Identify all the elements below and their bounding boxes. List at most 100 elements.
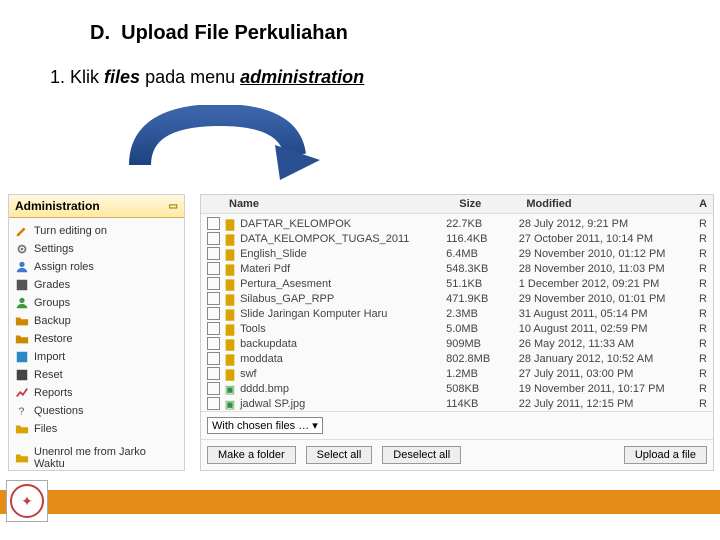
folder-icon: ▇	[223, 248, 237, 260]
unenrol-icon	[15, 451, 29, 465]
institution-seal: ✦	[6, 480, 48, 522]
row-checkbox[interactable]	[207, 292, 220, 305]
file-size: 116.4KB	[446, 233, 515, 245]
block-collapse-icon[interactable]: ▭	[169, 201, 178, 212]
row-checkbox[interactable]	[207, 382, 220, 395]
file-name: backupdata	[240, 338, 297, 350]
file-action: R	[699, 233, 707, 245]
file-modified: 28 January 2012, 10:52 AM	[519, 353, 695, 365]
file-name: Pertura_Asesment	[240, 278, 331, 290]
file-size: 22.7KB	[446, 218, 515, 230]
file-name: English_Slide	[240, 248, 307, 260]
sidebar-item-groups[interactable]: Groups	[9, 294, 184, 312]
administration-block: Administration ▭ Turn editing on Settings…	[8, 194, 185, 471]
row-checkbox[interactable]	[207, 367, 220, 380]
file-manager: Name Size Modified A ▇ DAFTAR_KELOMPOK22…	[200, 194, 714, 471]
file-action: R	[699, 263, 707, 275]
row-checkbox[interactable]	[207, 322, 220, 335]
file-name: DATA_KELOMPOK_TUGAS_2011	[240, 233, 409, 245]
folder-icon: ▇	[223, 218, 237, 230]
sidebar-item-reports[interactable]: Reports	[9, 384, 184, 402]
sidebar-item-files[interactable]: Files	[9, 420, 184, 438]
with-chosen-select[interactable]: With chosen files … ▾	[207, 417, 323, 434]
table-row[interactable]: ▇ swf1.2MB27 July 2011, 03:00 PMR	[201, 366, 713, 381]
file-modified: 19 November 2011, 10:17 PM	[519, 383, 695, 395]
folder-icon: ▇	[223, 353, 237, 365]
sidebar-item-restore[interactable]: Restore	[9, 330, 184, 348]
administration-block-header: Administration ▭	[9, 195, 184, 218]
table-row[interactable]: ▇ Silabus_GAP_RPP471.9KB29 November 2010…	[201, 291, 713, 306]
sidebar-item-backup[interactable]: Backup	[9, 312, 184, 330]
row-checkbox[interactable]	[207, 217, 220, 230]
sidebar-item-label: Backup	[34, 315, 71, 327]
sidebar-item-label: Questions	[34, 405, 84, 417]
file-size: 51.1KB	[446, 278, 515, 290]
deselect-all-button[interactable]: Deselect all	[382, 446, 461, 464]
sidebar-item-unenrol[interactable]: Unenrol me from Jarko Waktu	[9, 444, 184, 470]
file-name: DAFTAR_KELOMPOK	[240, 218, 351, 230]
table-row[interactable]: ▇ backupdata909MB26 May 2012, 11:33 AMR	[201, 336, 713, 351]
sidebar-item-import[interactable]: Import	[9, 348, 184, 366]
file-name: dddd.bmp	[240, 383, 289, 395]
file-modified: 28 July 2012, 9:21 PM	[519, 218, 695, 230]
svg-text:?: ?	[19, 406, 25, 418]
administration-list: Turn editing on Settings Assign roles Grade…	[9, 218, 184, 470]
table-row[interactable]: ▇ Slide Jaringan Komputer Haru2.3MB31 Au…	[201, 306, 713, 321]
row-checkbox[interactable]	[207, 232, 220, 245]
folder-icon: ▇	[223, 263, 237, 275]
sidebar-item-label: Unenrol me from Jarko Waktu	[34, 446, 178, 470]
file-action: R	[699, 278, 707, 290]
sidebar-item-label: Restore	[34, 333, 73, 345]
table-row[interactable]: ▇ English_Slide6.4MB29 November 2010, 01…	[201, 246, 713, 261]
row-checkbox[interactable]	[207, 352, 220, 365]
upload-file-button[interactable]: Upload a file	[624, 446, 707, 464]
file-action: R	[699, 353, 707, 365]
instruction-text: 1. Klik files pada menu administration	[50, 67, 364, 88]
make-folder-button[interactable]: Make a folder	[207, 446, 296, 464]
file-modified: 10 August 2011, 02:59 PM	[519, 323, 695, 335]
file-modified: 28 November 2010, 11:03 PM	[519, 263, 695, 275]
row-checkbox[interactable]	[207, 337, 220, 350]
sidebar-item-label: Settings	[34, 243, 74, 255]
select-all-button[interactable]: Select all	[306, 446, 373, 464]
row-checkbox[interactable]	[207, 277, 220, 290]
sidebar-item-gear[interactable]: Settings	[9, 240, 184, 258]
restore-icon	[15, 332, 29, 346]
backup-icon	[15, 314, 29, 328]
table-row[interactable]: ▇ Pertura_Asesment51.1KB1 December 2012,…	[201, 276, 713, 291]
gear-icon	[15, 242, 29, 256]
file-actions-row: With chosen files … ▾	[201, 411, 713, 439]
image-icon: ▣	[223, 398, 237, 410]
sidebar-item-label: Grades	[34, 279, 70, 291]
table-row[interactable]: ▇ moddata802.8MB28 January 2012, 10:52 A…	[201, 351, 713, 366]
sidebar-item-questions[interactable]: ? Questions	[9, 402, 184, 420]
table-row[interactable]: ▇ DATA_KELOMPOK_TUGAS_2011116.4KB27 Octo…	[201, 231, 713, 246]
file-modified: 31 August 2011, 05:14 PM	[519, 308, 695, 320]
sidebar-item-pencil[interactable]: Turn editing on	[9, 222, 184, 240]
file-modified: 29 November 2010, 01:12 PM	[519, 248, 695, 260]
sidebar-item-reset[interactable]: Reset	[9, 366, 184, 384]
sidebar-item-roles[interactable]: Assign roles	[9, 258, 184, 276]
row-checkbox[interactable]	[207, 397, 220, 410]
file-name: Tools	[240, 323, 266, 335]
folder-icon: ▇	[223, 308, 237, 320]
sidebar-item-label: Import	[34, 351, 65, 363]
sidebar-item-grades[interactable]: Grades	[9, 276, 184, 294]
file-size: 5.0MB	[446, 323, 515, 335]
file-name: moddata	[240, 353, 283, 365]
file-action: R	[699, 338, 707, 350]
folder-icon: ▇	[223, 293, 237, 305]
table-row[interactable]: ▇ DAFTAR_KELOMPOK 22.7KB 28 July 2012, 9:2…	[201, 216, 713, 231]
groups-icon	[15, 296, 29, 310]
table-row[interactable]: ▇ Tools5.0MB10 August 2011, 02:59 PMR	[201, 321, 713, 336]
table-row[interactable]: ▣ dddd.bmp508KB19 November 2011, 10:17 P…	[201, 381, 713, 396]
table-row[interactable]: ▣ jadwal SP.jpg114KB22 July 2011, 12:15 …	[201, 396, 713, 411]
row-checkbox[interactable]	[207, 247, 220, 260]
file-name: jadwal SP.jpg	[240, 398, 305, 410]
roles-icon	[15, 260, 29, 274]
row-checkbox[interactable]	[207, 307, 220, 320]
row-checkbox[interactable]	[207, 262, 220, 275]
folder-icon: ▇	[223, 368, 237, 380]
folder-icon: ▇	[223, 323, 237, 335]
table-row[interactable]: ▇ Materi Pdf548.3KB28 November 2010, 11:…	[201, 261, 713, 276]
